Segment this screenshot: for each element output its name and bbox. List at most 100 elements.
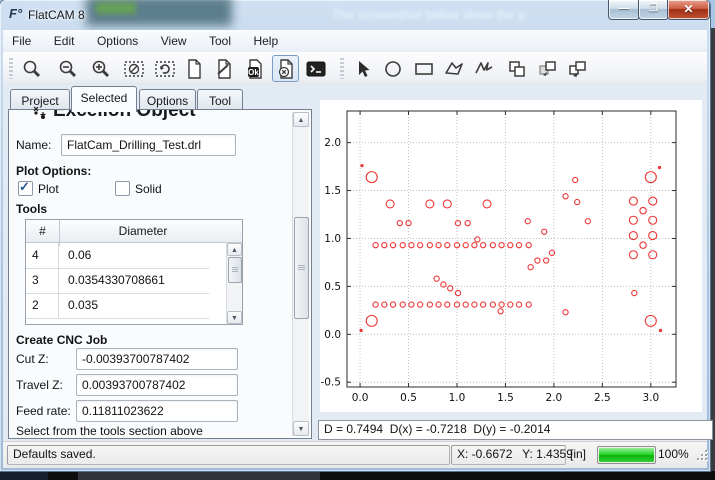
tools-label: Tools	[16, 202, 47, 216]
ok-document-button[interactable]: Ok	[241, 55, 268, 82]
move-objects-button[interactable]	[563, 55, 590, 82]
new-document-icon	[183, 58, 205, 80]
document-ok-icon: Ok	[244, 58, 266, 80]
draw-polygon-button[interactable]	[440, 55, 467, 82]
maximize-button[interactable]: ❐	[638, 0, 669, 20]
clear-plot-button[interactable]	[120, 55, 147, 82]
minimize-button[interactable]: —	[608, 0, 640, 20]
window-title: FlatCAM 8	[28, 8, 85, 22]
menu-help[interactable]: Help	[244, 30, 287, 52]
aero-glass-blur	[96, 2, 136, 14]
menu-tool[interactable]: Tool	[200, 30, 240, 52]
tools-table[interactable]: # Diameter 40.0630.035433070866120.035 ▲…	[25, 219, 243, 325]
plot-options-label: Plot Options:	[16, 164, 91, 178]
scrollbar-thumb[interactable]	[228, 257, 242, 283]
polygon-icon	[443, 58, 465, 80]
svg-text:0.5: 0.5	[400, 392, 417, 404]
close-button[interactable]: ✕	[667, 0, 710, 20]
scrollbar-thumb[interactable]	[294, 217, 309, 319]
duplicate-objects-button[interactable]	[503, 55, 530, 82]
check-icon: ✓	[19, 179, 30, 195]
scroll-down-icon[interactable]: ▼	[227, 311, 242, 324]
table-header: # Diameter	[26, 220, 242, 243]
svg-text:2.0: 2.0	[324, 137, 341, 149]
name-input[interactable]: FlatCam_Drilling_Test.drl	[61, 134, 236, 156]
menu-file[interactable]: File	[3, 30, 40, 52]
menu-view[interactable]: View	[152, 30, 196, 52]
name-label: Name:	[16, 138, 51, 152]
selected-tab-panel: Excellon Object Name: FlatCam_Drilling_T…	[8, 109, 312, 439]
svg-text:3.0: 3.0	[642, 392, 659, 404]
toolbar-grip[interactable]	[9, 58, 13, 79]
plot-canvas[interactable]: 0.00.51.01.52.02.53.0-0.50.00.51.01.52.0	[320, 100, 702, 412]
shell-icon	[305, 58, 327, 80]
duplicate-icon	[506, 58, 528, 80]
svg-text:Ok: Ok	[248, 68, 259, 77]
tab-tool[interactable]: Tool	[197, 89, 243, 111]
cnc-section-label: Create CNC Job	[16, 333, 107, 347]
plot-checkbox-label: Plot	[38, 182, 59, 196]
plot-checkbox[interactable]: ✓	[18, 181, 33, 196]
tool-diameter-cell[interactable]: 0.0354330708661	[60, 268, 209, 293]
progress-percent: 100%	[658, 447, 689, 461]
taskbar-strip-segment	[78, 472, 320, 480]
toolbar: Ok	[3, 52, 707, 86]
solid-checkbox-label: Solid	[135, 182, 162, 196]
pointer-tool-button[interactable]	[349, 55, 376, 82]
tool-number-cell[interactable]: 4	[26, 243, 59, 268]
travel-z-input[interactable]: 0.00393700787402	[76, 374, 238, 396]
menu-edit[interactable]: Edit	[45, 30, 84, 52]
mouse-coordinates: X: -0.6672 Y: 1.4359	[451, 445, 566, 465]
toolbar-grip[interactable]	[340, 58, 344, 79]
zoom-fit-icon	[21, 58, 43, 80]
excellon-object-icon	[31, 104, 49, 122]
delete-object-button[interactable]	[272, 55, 299, 82]
drill-plot: 0.00.51.01.52.02.53.0-0.50.00.51.01.52.0	[320, 100, 702, 412]
copy-objects-button[interactable]	[533, 55, 560, 82]
table-scrollbar[interactable]: ▲ ▼	[226, 243, 242, 324]
scroll-up-icon[interactable]: ▲	[227, 243, 242, 256]
open-document-button[interactable]	[210, 55, 237, 82]
resize-grip-icon[interactable]	[697, 450, 708, 461]
zoom-in-icon	[90, 58, 112, 80]
svg-text:0.0: 0.0	[352, 392, 369, 404]
replot-button[interactable]	[151, 55, 178, 82]
zoom-out-button[interactable]	[54, 55, 81, 82]
menu-options[interactable]: Options	[88, 30, 147, 52]
replot-icon	[154, 58, 176, 80]
feed-rate-label: Feed rate:	[16, 404, 71, 418]
draw-circle-button[interactable]	[379, 55, 406, 82]
tool-number-cell[interactable]: 3	[26, 268, 59, 293]
table-row[interactable]: 20.035	[26, 293, 209, 319]
solid-checkbox[interactable]: ✓	[115, 181, 130, 196]
panel-scrollbar[interactable]: ▲ ▼	[292, 112, 309, 436]
new-project-button[interactable]	[180, 55, 207, 82]
tool-diameter-cell[interactable]: 0.06	[60, 243, 209, 268]
table-row[interactable]: 30.0354330708661	[26, 268, 209, 294]
circle-icon	[382, 58, 404, 80]
tab-selected[interactable]: Selected	[71, 86, 137, 112]
units-label: [in]	[570, 447, 586, 461]
draw-rectangle-button[interactable]	[410, 55, 437, 82]
title-bar[interactable]: The screenshot below show the p F° FlatC…	[0, 0, 710, 30]
tool-diameter-cell[interactable]: 0.035	[60, 293, 209, 318]
draw-polyline-button[interactable]	[470, 55, 497, 82]
tab-options[interactable]: Options	[139, 89, 196, 111]
feed-rate-input[interactable]: 0.11811023622	[76, 400, 238, 422]
cut-z-input[interactable]: -0.00393700787402	[76, 348, 238, 370]
document-edit-icon	[213, 58, 235, 80]
taskbar-strip-segment	[0, 472, 48, 480]
svg-text:1.0: 1.0	[324, 233, 341, 245]
zoom-fit-button[interactable]	[18, 55, 45, 82]
svg-text:0.0: 0.0	[324, 329, 341, 341]
shell-button[interactable]	[302, 55, 329, 82]
tool-number-cell[interactable]: 2	[26, 293, 59, 318]
svg-text:0.5: 0.5	[324, 281, 341, 293]
table-row[interactable]: 40.06	[26, 243, 209, 269]
scroll-up-icon[interactable]: ▲	[293, 112, 309, 127]
document-delete-icon	[275, 58, 297, 80]
zoom-in-button[interactable]	[87, 55, 114, 82]
scroll-down-icon[interactable]: ▼	[293, 421, 309, 436]
zoom-out-icon	[57, 58, 79, 80]
app-icon: F°	[9, 6, 25, 22]
